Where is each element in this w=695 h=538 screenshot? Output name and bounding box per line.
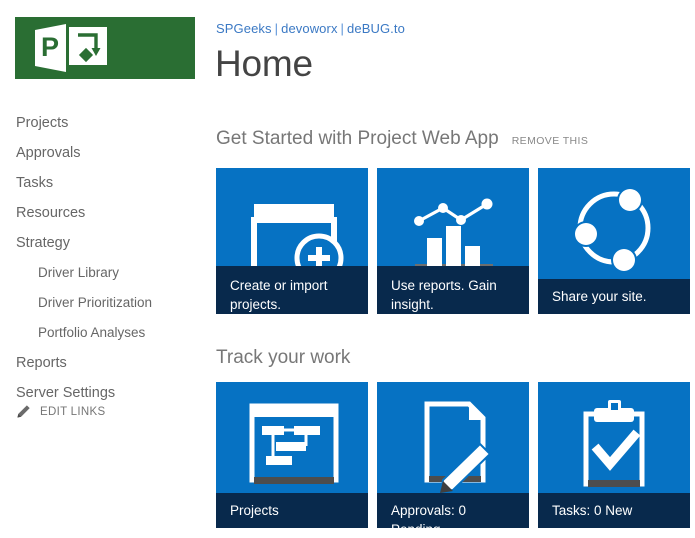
tile-caption: Projects: [216, 493, 368, 528]
sidebar-item-reports[interactable]: Reports: [0, 348, 200, 378]
page-title: Home: [215, 43, 313, 84]
sidebar-item-approvals[interactable]: Approvals: [0, 138, 200, 168]
left-navigation: Projects Approvals Tasks Resources Strat…: [0, 108, 200, 418]
breadcrumb-separator: |: [274, 21, 279, 36]
project-web-app-home-page: P SPGeeks | devoworx | deBUG.to Home Project…: [0, 0, 695, 538]
project-web-app-logo-icon: P: [35, 24, 107, 72]
edit-links-label: EDIT LINKS: [40, 405, 106, 418]
tile-caption: Approvals: 0 Pending: [377, 493, 529, 528]
get-started-tiles: Create or import projects. Use reports. …: [216, 168, 690, 314]
sidebar-item-strategy[interactable]: Strategy: [0, 228, 200, 258]
remove-this-button[interactable]: REMOVE THIS: [512, 135, 589, 147]
track-your-work-section-header: Track your work: [216, 347, 350, 369]
edit-links-button[interactable]: EDIT LINKS: [16, 404, 105, 419]
breadcrumb-item-1[interactable]: SPGeeks: [216, 21, 272, 36]
site-logo[interactable]: P: [15, 17, 195, 79]
tile-use-reports-gain-insight[interactable]: Use reports. Gain insight.: [377, 168, 529, 314]
tile-approvals[interactable]: Approvals: 0 Pending: [377, 382, 529, 528]
tile-caption: Share your site.: [538, 279, 690, 314]
tile-create-or-import-projects[interactable]: Create or import projects.: [216, 168, 368, 314]
get-started-section-header: Get Started with Project Web App REMOVE …: [216, 128, 588, 150]
tile-caption: Tasks: 0 New: [538, 493, 690, 528]
tile-projects[interactable]: Projects: [216, 382, 368, 528]
tile-caption: Use reports. Gain insight.: [377, 266, 529, 314]
track-your-work-tiles: Projects Approvals: 0 Pending Tasks: 0: [216, 382, 690, 528]
section-title-get-started: Get Started with Project Web App: [216, 128, 499, 149]
sidebar-item-projects[interactable]: Projects: [0, 108, 200, 138]
breadcrumb-item-2[interactable]: devoworx: [281, 21, 337, 36]
sidebar-item-driver-prioritization[interactable]: Driver Prioritization: [0, 288, 200, 318]
section-title-track-your-work: Track your work: [216, 347, 351, 368]
breadcrumb-separator: |: [340, 21, 345, 36]
sidebar-item-resources[interactable]: Resources: [0, 198, 200, 228]
sidebar-item-portfolio-analyses[interactable]: Portfolio Analyses: [0, 318, 200, 348]
sidebar-item-driver-library[interactable]: Driver Library: [0, 258, 200, 288]
svg-text:P: P: [41, 32, 59, 62]
breadcrumb: SPGeeks | devoworx | deBUG.to: [216, 21, 405, 36]
breadcrumb-item-3[interactable]: deBUG.to: [347, 21, 405, 36]
tile-caption: Create or import projects.: [216, 266, 368, 314]
pencil-icon: [17, 405, 30, 418]
tile-tasks[interactable]: Tasks: 0 New: [538, 382, 690, 528]
tile-share-your-site[interactable]: Share your site.: [538, 168, 690, 314]
sidebar-item-tasks[interactable]: Tasks: [0, 168, 200, 198]
